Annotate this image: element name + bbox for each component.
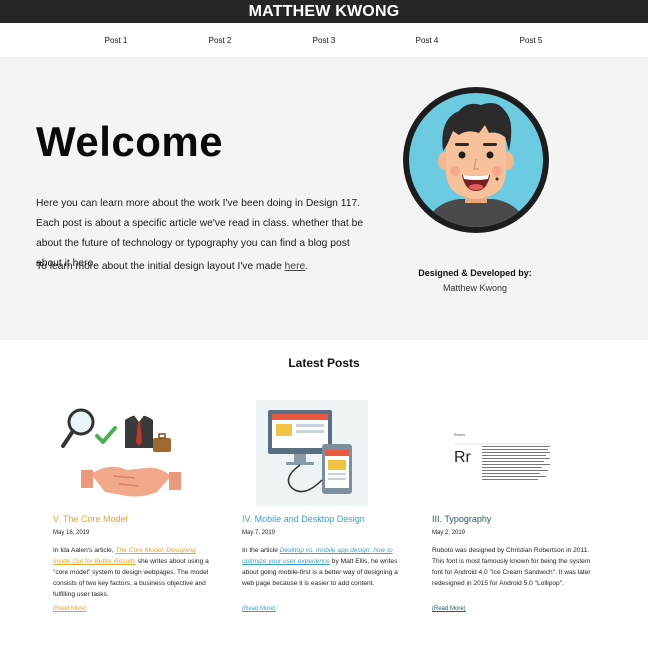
site-title-bar: MATTHEW KWONG	[0, 0, 648, 23]
design-layout-text: To learn more about the initial design l…	[36, 261, 285, 272]
post-thumbnail-typography[interactable]: Roboto Rr	[432, 400, 592, 506]
post-excerpt-mobile-desktop: In the article Desktop vs. mobile app de…	[242, 545, 402, 589]
nav-post-4[interactable]: Post 4	[416, 36, 439, 45]
post-date-core-model: May 16, 2019	[53, 530, 90, 536]
typography-sample-name: Roboto	[454, 433, 465, 437]
design-layout-paragraph: To learn more about the initial design l…	[36, 259, 366, 275]
post-date-mobile-desktop: May 7, 2019	[242, 530, 276, 536]
post-title-mobile-desktop[interactable]: IV. Mobile and Desktop Design	[242, 514, 365, 524]
post-excerpt-text: In Ida Aalen's article,	[53, 547, 116, 554]
post-excerpt-text: In the article	[242, 547, 280, 554]
post-excerpt-text: Roboto was designed by Christian Roberts…	[432, 547, 591, 587]
read-more-link[interactable]: (Read More)	[53, 606, 87, 612]
post-excerpt-core-model: In Ida Aalen's article, The Core Model: …	[53, 545, 213, 600]
main-nav: Post 1 Post 2 Post 3 Post 4 Post 5	[0, 23, 648, 57]
hero-section: Welcome Here you can learn more about th…	[0, 57, 648, 340]
read-more-link[interactable]: (Read More)	[242, 606, 276, 612]
nav-post-2[interactable]: Post 2	[209, 36, 232, 45]
nav-post-1[interactable]: Post 1	[105, 36, 128, 45]
nav-post-3[interactable]: Post 3	[313, 36, 336, 45]
design-layout-period: .	[305, 261, 309, 272]
typography-sample-glyph: Rr	[454, 449, 472, 466]
post-date-typography: May 2, 2019	[432, 530, 466, 536]
latest-posts-heading: Latest Posts	[288, 356, 360, 370]
post-excerpt-typography: Roboto was designed by Christian Roberts…	[432, 545, 592, 589]
site-title: MATTHEW KWONG	[248, 3, 400, 20]
nav-post-5[interactable]: Post 5	[520, 36, 543, 45]
post-thumbnail-core-model[interactable]	[53, 400, 213, 506]
post-title-core-model[interactable]: V. The Core Model	[53, 514, 128, 524]
post-title-typography[interactable]: III. Typography	[432, 514, 491, 524]
credit-name: Matthew Kwong	[442, 283, 508, 293]
read-more-link[interactable]: (Read More)	[432, 606, 466, 612]
credit-title: Designed & Developed by:	[418, 268, 532, 278]
welcome-heading: Welcome	[36, 118, 224, 165]
avatar	[403, 87, 549, 233]
post-thumbnail-mobile-desktop[interactable]	[242, 400, 402, 506]
design-layout-link[interactable]: here	[285, 261, 306, 272]
